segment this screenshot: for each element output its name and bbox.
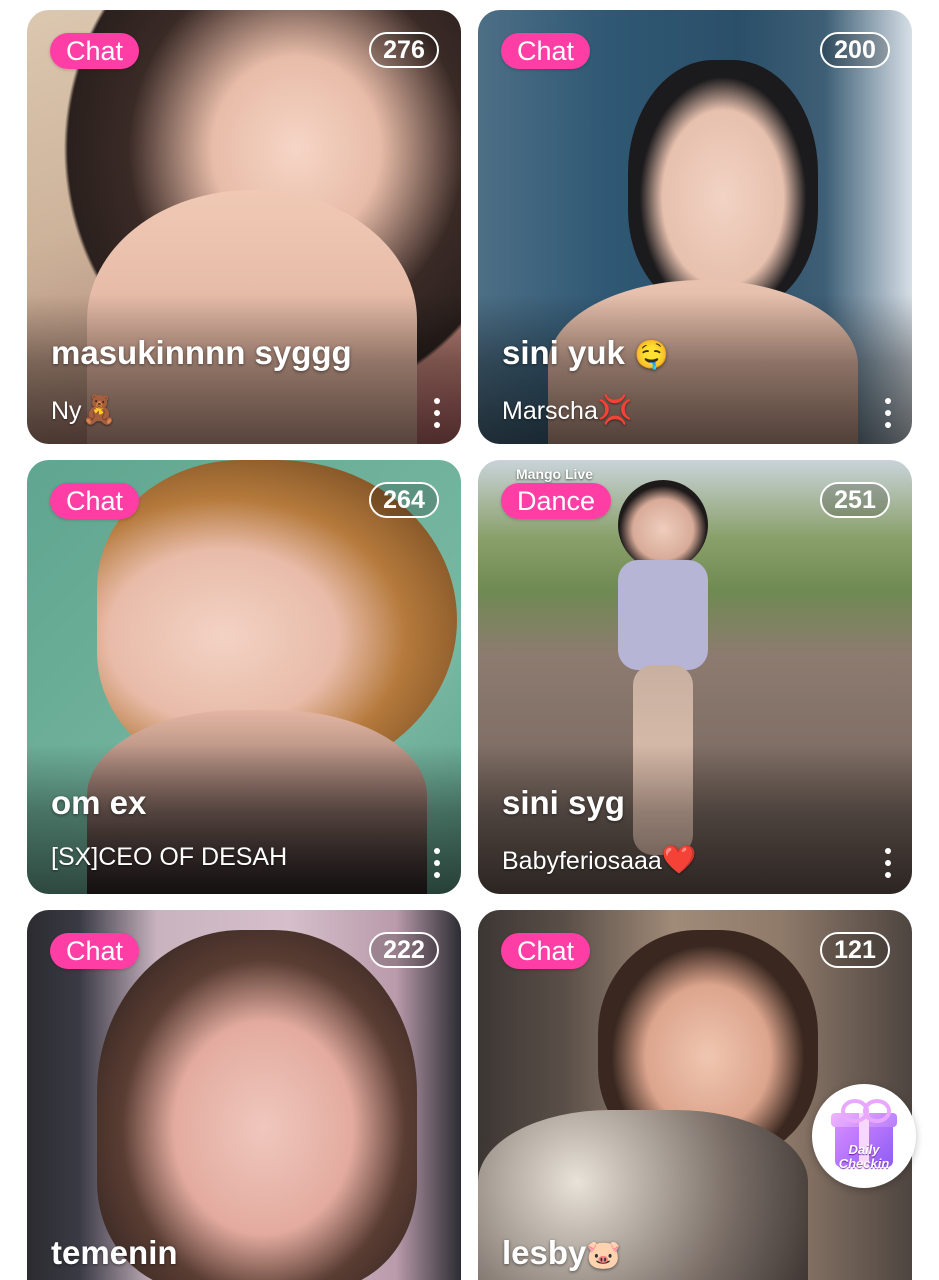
live-room-grid: Chat 276 masukinnnn syggg Ny🧸 Chat 200 s…: [0, 0, 939, 1280]
daily-checkin-label: Daily Checkin: [838, 1142, 890, 1171]
host-name: [SX]CEO OF DESAH: [51, 843, 288, 871]
host-name: Marscha💢: [502, 393, 633, 426]
anger-symbol-icon: 💢: [597, 393, 633, 426]
more-options-icon[interactable]: [427, 846, 447, 880]
category-badge: Chat: [501, 33, 591, 69]
streamer-body: [618, 560, 708, 670]
viewer-count: 121: [820, 932, 890, 968]
category-badge: Chat: [50, 933, 140, 969]
category-badge: Chat: [50, 483, 140, 519]
viewer-count: 200: [820, 32, 890, 68]
watermark: Mango Live: [516, 466, 594, 482]
viewer-count: 276: [369, 32, 439, 68]
more-options-icon[interactable]: [427, 396, 447, 430]
daily-checkin-button[interactable]: Daily Checkin: [812, 1084, 916, 1188]
host-name: Ny🧸: [51, 393, 117, 426]
streamer-figure: [628, 60, 818, 310]
red-heart-icon: ❤️: [661, 843, 697, 876]
pig-face-icon: 🐷: [586, 1238, 622, 1271]
live-room-card[interactable]: Chat 264 om ex [SX]CEO OF DESAH: [27, 460, 461, 894]
live-room-card[interactable]: Chat 222 temenin: [27, 910, 461, 1280]
viewer-count: 264: [369, 482, 439, 518]
viewer-count: 222: [369, 932, 439, 968]
category-badge: Chat: [50, 33, 140, 69]
room-title: sini syg: [502, 784, 625, 821]
viewer-count: 251: [820, 482, 890, 518]
room-title: om ex: [51, 784, 147, 821]
streamer-figure: [618, 480, 708, 570]
more-options-icon[interactable]: [878, 846, 898, 880]
room-title: sini yuk 🤤: [502, 334, 669, 371]
room-title: temenin: [51, 1234, 178, 1271]
teddy-bear-icon: 🧸: [81, 393, 117, 426]
live-room-card[interactable]: Chat 200 sini yuk 🤤 Marscha💢: [478, 10, 912, 444]
gift-box-icon: Daily Checkin: [827, 1099, 901, 1173]
live-room-card[interactable]: Mango Live Dance 251 sini syg Babyferios…: [478, 460, 912, 894]
room-title: lesby🐷: [502, 1234, 622, 1271]
streamer-figure: [97, 930, 417, 1280]
more-options-icon[interactable]: [878, 396, 898, 430]
live-room-card[interactable]: Chat 276 masukinnnn syggg Ny🧸: [27, 10, 461, 444]
drooling-face-icon: 🤤: [634, 338, 669, 371]
category-badge: Dance: [501, 483, 612, 519]
host-name: Babyferiosaaa❤️: [502, 843, 697, 876]
room-title: masukinnnn syggg: [51, 334, 352, 371]
category-badge: Chat: [501, 933, 591, 969]
